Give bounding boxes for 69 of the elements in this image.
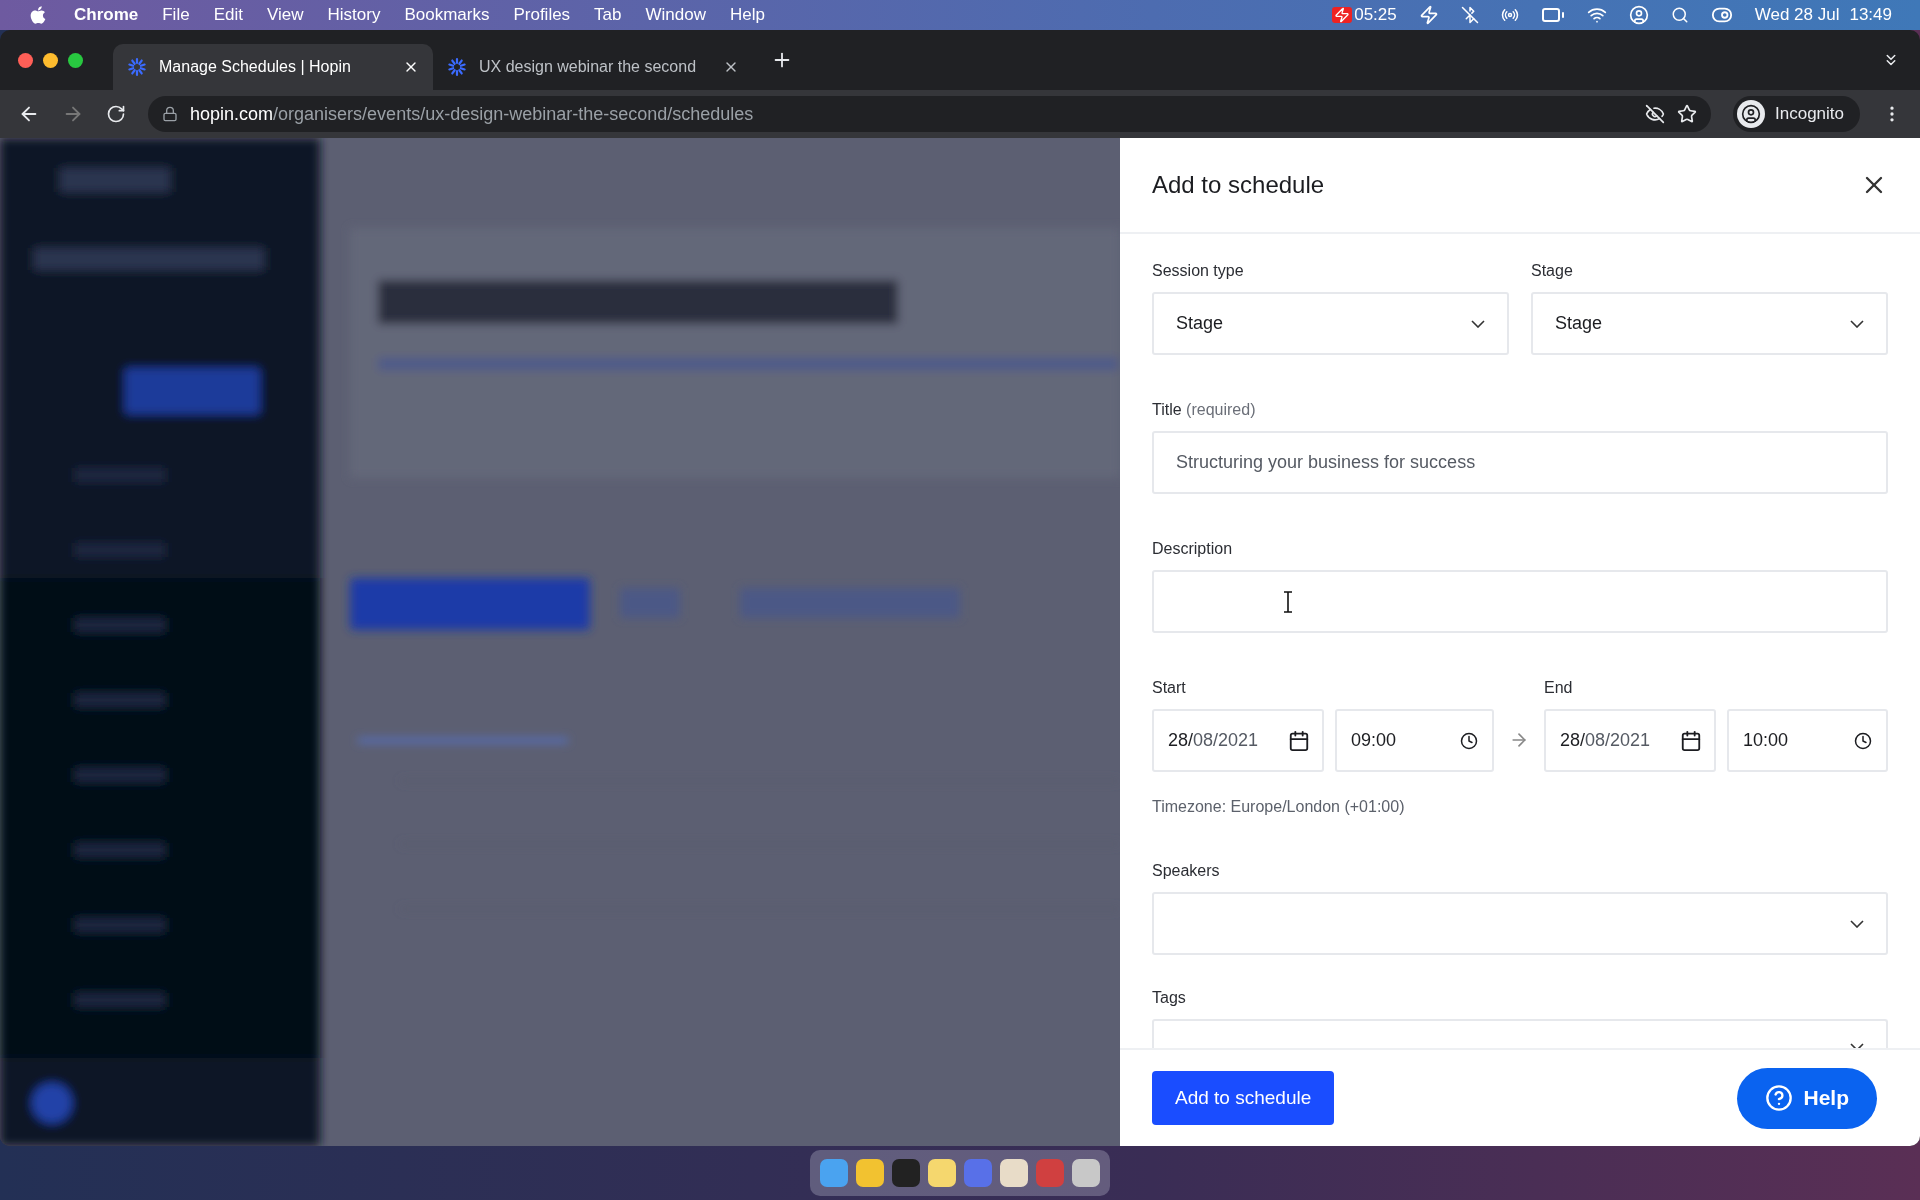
time-field[interactable]: 10:00 xyxy=(1727,709,1888,772)
spinner-icon xyxy=(127,57,147,77)
select-field[interactable]: Stage xyxy=(1531,292,1888,355)
dock-app-icon[interactable] xyxy=(892,1159,920,1187)
date-field[interactable]: 28/08/2021 xyxy=(1544,709,1716,772)
time-field[interactable]: 09:00 xyxy=(1335,709,1494,772)
timezone-note: Timezone: Europe/London (+01:00) xyxy=(1152,798,1406,816)
calendar-icon xyxy=(1288,729,1310,752)
title-input[interactable]: Structuring your business for success xyxy=(1152,431,1888,494)
menu-item[interactable]: File xyxy=(162,5,190,25)
bookmark-star-icon[interactable] xyxy=(1677,104,1697,124)
calendar-icon xyxy=(1680,729,1702,752)
apple-icon[interactable] xyxy=(28,5,48,25)
add-to-schedule-button[interactable]: Add to schedule xyxy=(1152,1071,1335,1125)
menu-item[interactable]: Help xyxy=(730,5,765,25)
address-bar[interactable]: hopin.com/organisers/events/ux-design-webinar-the-second/schedules xyxy=(148,96,1711,132)
chevron-down-icon xyxy=(1850,319,1864,328)
description-input[interactable] xyxy=(1152,570,1888,633)
chevron-down-icon xyxy=(1471,319,1485,328)
eye-off-icon[interactable] xyxy=(1645,104,1665,124)
field-label: Speakers xyxy=(1152,862,1221,880)
dock-app-icon[interactable] xyxy=(928,1159,956,1187)
menu-item[interactable]: Chrome xyxy=(74,5,139,25)
menu-item[interactable]: Bookmarks xyxy=(404,5,490,25)
menu-item[interactable]: View xyxy=(266,5,304,25)
close-window-button[interactable] xyxy=(18,52,33,68)
recording-icon[interactable] xyxy=(1332,7,1353,23)
clock-icon xyxy=(1460,731,1478,750)
text-cursor-icon xyxy=(1283,590,1293,613)
field-label: Tags xyxy=(1152,989,1187,1007)
field-label: End xyxy=(1544,679,1574,697)
lock-icon xyxy=(162,106,178,122)
search-icon[interactable] xyxy=(1670,6,1689,24)
bluetooth-off-icon[interactable] xyxy=(1460,6,1479,24)
field-label: Title (required) xyxy=(1152,401,1257,419)
incognito-profile-button[interactable]: Incognito xyxy=(1733,96,1860,132)
date-field[interactable]: 28/08/2021 xyxy=(1152,709,1324,772)
zoom-window-button[interactable] xyxy=(68,52,83,68)
menu-item[interactable]: Window xyxy=(645,5,706,25)
browser-tab[interactable]: Manage Schedules | Hopin xyxy=(113,44,433,90)
help-button[interactable]: Help xyxy=(1737,1067,1877,1129)
incognito-icon xyxy=(1741,104,1761,124)
field-label: Session type xyxy=(1152,262,1245,280)
signal-icon[interactable] xyxy=(1500,6,1519,24)
chevron-down-icon xyxy=(1850,919,1864,928)
minimize-window-button[interactable] xyxy=(43,52,58,68)
dock-app-icon[interactable] xyxy=(1000,1159,1028,1187)
menu-item[interactable]: Profiles xyxy=(513,5,571,25)
field-label: Stage xyxy=(1531,262,1574,280)
user-icon[interactable] xyxy=(1628,5,1649,25)
select-field[interactable]: Stage xyxy=(1152,292,1509,355)
panel-title: Add to schedule xyxy=(1152,171,1325,199)
spinner-icon xyxy=(447,57,467,77)
menu-bar-clock[interactable]: 13:49 xyxy=(1849,5,1892,25)
help-icon xyxy=(1765,1084,1794,1112)
wifi-icon[interactable] xyxy=(1586,5,1607,25)
menu-item[interactable]: History xyxy=(327,5,381,25)
dock-app-icon[interactable] xyxy=(1072,1159,1100,1187)
browser-tab[interactable]: UX design webinar the second xyxy=(433,44,753,90)
reload-icon[interactable] xyxy=(106,104,126,124)
field-label: Start xyxy=(1152,679,1187,697)
menu-item[interactable]: Edit xyxy=(213,5,243,25)
clock-icon xyxy=(1854,731,1872,750)
dock-app-icon[interactable] xyxy=(856,1159,884,1187)
menu-bar-date[interactable]: Wed 28 Jul xyxy=(1754,5,1840,25)
lightning-icon[interactable] xyxy=(1418,5,1439,25)
field-label: Description xyxy=(1152,540,1234,558)
recording-time: 05:25 xyxy=(1354,5,1397,25)
menu-item[interactable]: Tab xyxy=(594,5,622,25)
